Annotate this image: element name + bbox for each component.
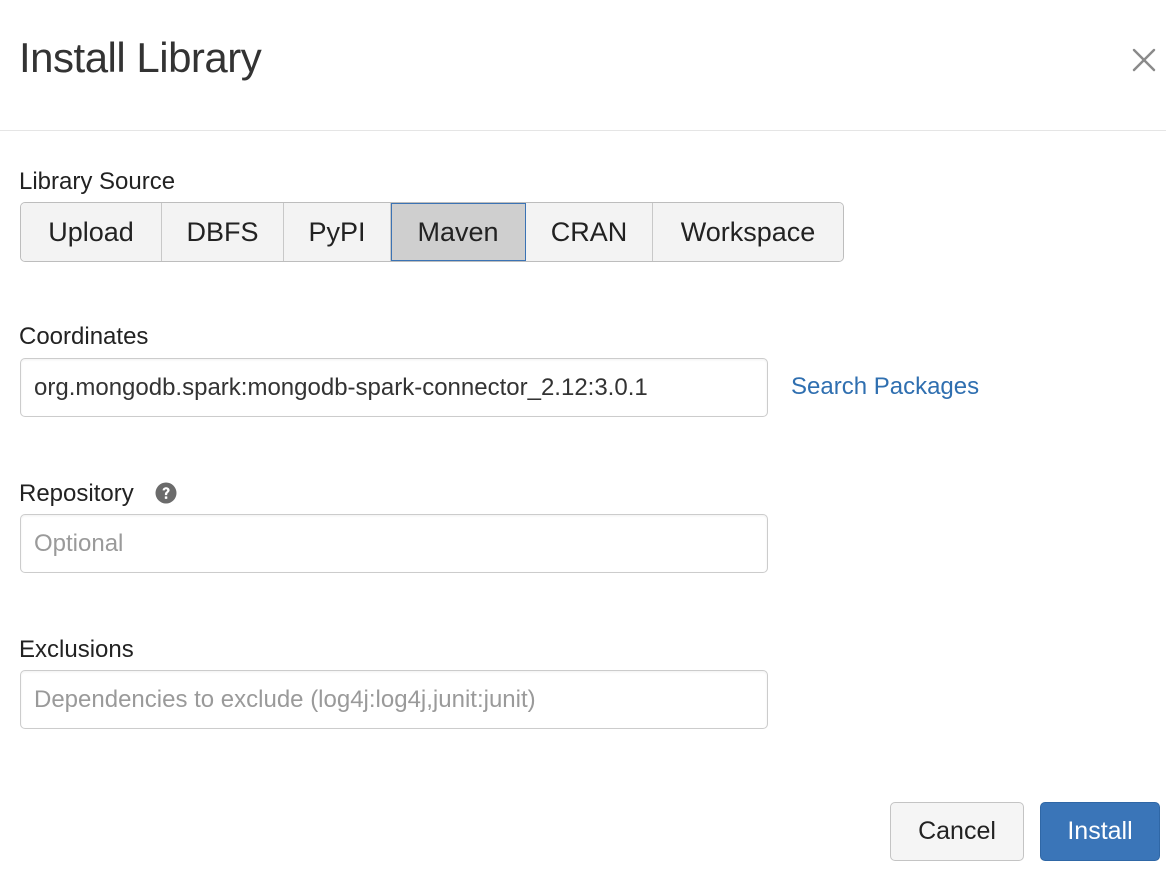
install-button[interactable]: Install (1040, 802, 1160, 861)
exclusions-input[interactable] (20, 670, 768, 729)
source-option-dbfs[interactable]: DBFS (162, 203, 284, 261)
source-option-cran[interactable]: CRAN (526, 203, 653, 261)
coordinates-label: Coordinates (19, 323, 149, 350)
repository-input[interactable] (20, 514, 768, 573)
question-circle-icon[interactable] (155, 482, 177, 504)
source-option-upload[interactable]: Upload (21, 203, 162, 261)
dialog-header: Install Library (0, 0, 1166, 131)
exclusions-label: Exclusions (19, 636, 134, 663)
library-source-label: Library Source (19, 168, 176, 195)
close-icon (1132, 48, 1156, 72)
close-button[interactable] (1124, 40, 1164, 80)
install-library-dialog: Install Library Library Source Upload DB… (0, 0, 1166, 876)
coordinates-input[interactable] (20, 358, 768, 417)
dialog-title: Install Library (19, 34, 262, 81)
source-option-pypi[interactable]: PyPI (284, 203, 391, 261)
library-source-selector: Upload DBFS PyPI Maven CRAN Workspace (20, 202, 844, 262)
repository-label: Repository (19, 480, 134, 507)
search-packages-link[interactable]: Search Packages (791, 372, 979, 402)
cancel-button[interactable]: Cancel (890, 802, 1024, 861)
source-option-workspace[interactable]: Workspace (653, 203, 843, 261)
source-option-maven[interactable]: Maven (391, 203, 526, 261)
